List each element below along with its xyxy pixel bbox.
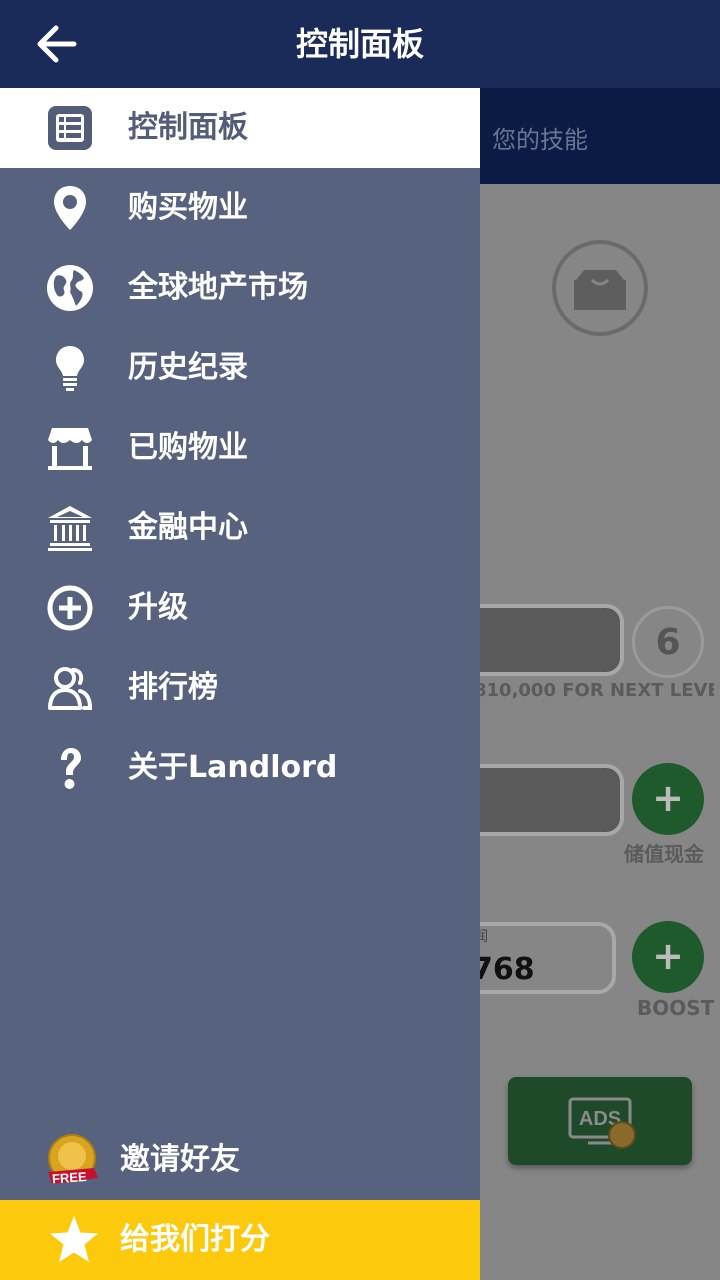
invite-friends-button[interactable]: FREE 邀请好友 [0,1120,480,1200]
question-icon [61,748,81,789]
menu-item-label: 金融中心 [128,510,248,545]
app-bar: 控制面板 [0,0,720,88]
store-icon [48,428,92,470]
menu-item-label: 排行榜 [128,670,218,705]
menu-item-label: 关于Landlord [128,750,338,785]
menu-item-leaderboard[interactable]: 排行榜 [0,648,480,728]
bank-icon [48,506,92,551]
boost-button[interactable]: + [632,921,704,993]
boost-value: 768 [472,952,535,987]
next-level-text: 810,000 FOR NEXT LEVEL [474,680,714,701]
menu-item-dashboard[interactable]: 控制面板 [0,88,480,168]
menu-item-label: 已购物业 [128,430,248,465]
coin-free-icon: FREE [48,1134,98,1186]
rate-us-button[interactable]: 给我们打分 [0,1200,480,1280]
menu-item-finance-center[interactable]: 金融中心 [0,488,480,568]
invite-label: 邀请好友 [120,1142,240,1177]
free-badge-text: FREE [51,1169,87,1186]
map-pin-icon [54,186,86,230]
lightbulb-icon [56,346,84,391]
menu-item-label: 历史纪录 [128,350,248,385]
menu-item-label: 控制面板 [128,110,248,145]
menu-item-label: 购买物业 [128,190,248,225]
menu-item-label: 升级 [128,590,188,625]
users-icon [48,667,93,710]
menu-item-about[interactable]: 关于Landlord [0,728,480,808]
boost-label: BOOST [637,996,715,1020]
ads-tv-icon: ADS [568,1097,636,1149]
menu-item-history[interactable]: 历史纪录 [0,328,480,408]
globe-icon [47,265,93,311]
menu-item-upgrade[interactable]: 升级 [0,568,480,648]
rate-label: 给我们打分 [120,1222,270,1257]
skills-tab[interactable]: 您的技能 [492,120,588,155]
watch-ads-button[interactable]: ADS [508,1077,692,1165]
dashboard-icon [48,106,92,150]
inbox-icon [574,270,626,310]
navigation-drawer: 控制面板 购买物业 全球地产市场 历史纪录 已购物业 金融中心 升级 排行榜 关… [0,88,480,1280]
add-cash-button[interactable]: + [632,763,704,835]
plus-circle-icon [47,585,93,631]
page-title: 控制面板 [295,25,424,63]
menu-item-label: 全球地产市场 [128,270,308,305]
menu-item-owned-property[interactable]: 已购物业 [0,408,480,488]
cash-label: 储值现金 [624,842,704,866]
menu-item-global-market[interactable]: 全球地产市场 [0,248,480,328]
level-badge: 6 [632,606,704,678]
menu-item-buy-property[interactable]: 购买物业 [0,168,480,248]
inbox-button[interactable] [552,240,648,336]
star-icon [50,1216,98,1262]
